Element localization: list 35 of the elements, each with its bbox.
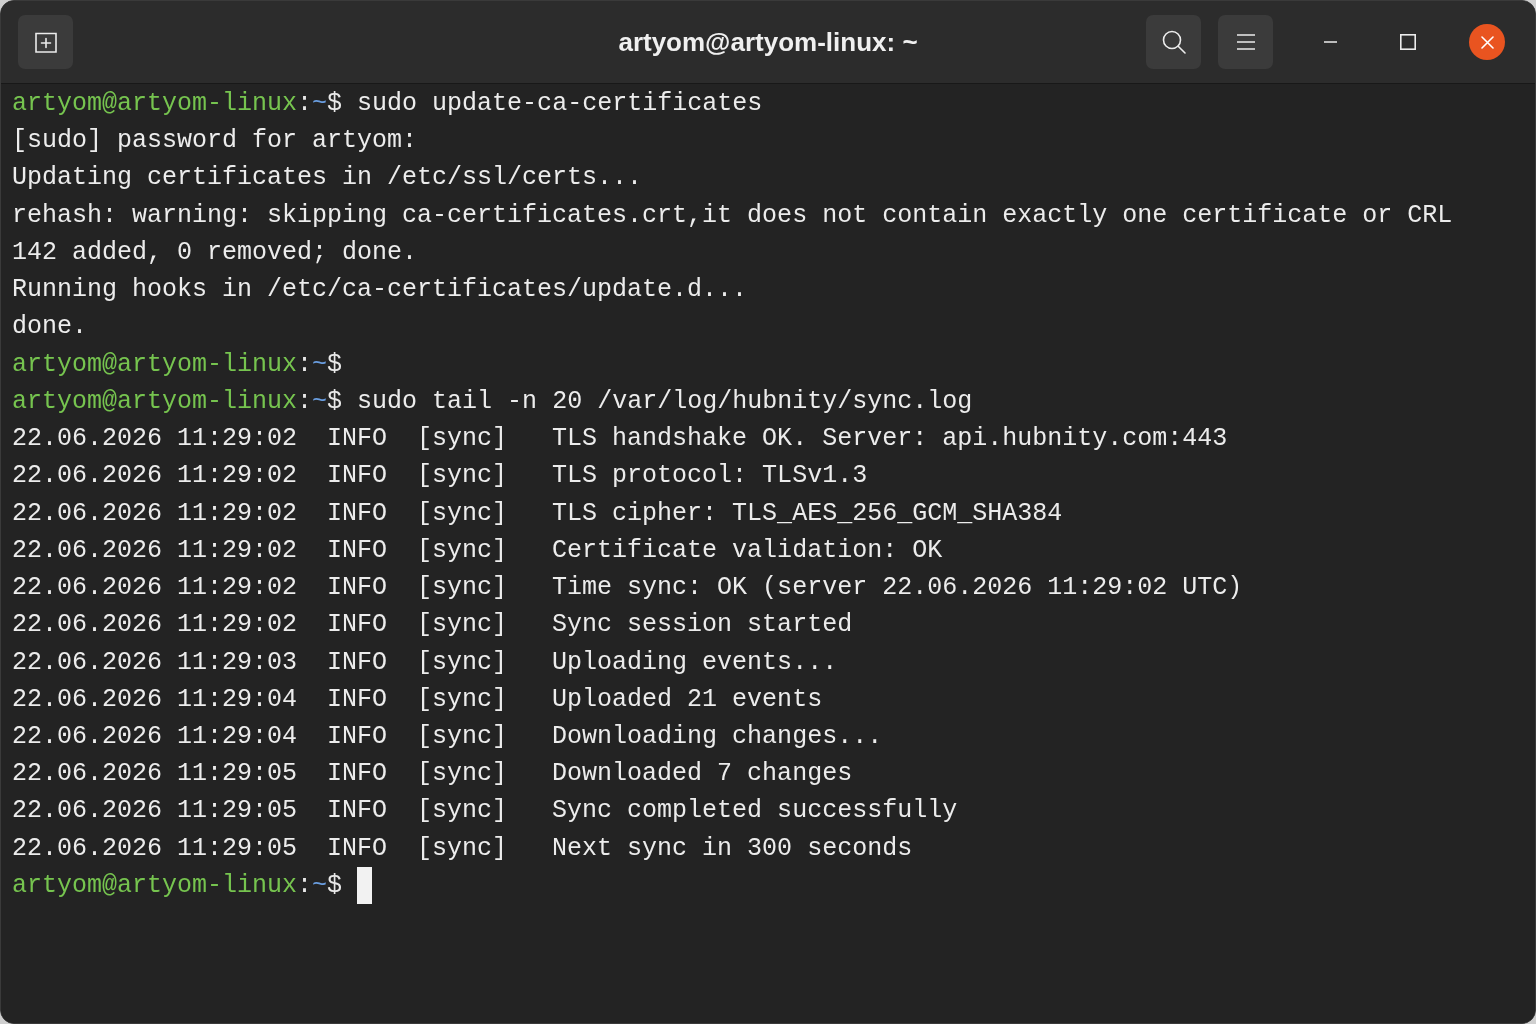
output-line: 22.06.2026 11:29:02 INFO [sync] TLS cipher: TLS_AES_256_GCM_SHA384 xyxy=(12,497,1063,530)
output-line: 22.06.2026 11:29:03 INFO [sync] Uploading events... xyxy=(12,646,838,679)
command-text: sudo update-ca-certificates xyxy=(357,88,763,120)
shell-prompt: artyom@artyom-linux:~$ xyxy=(12,88,343,120)
output-line: 22.06.2026 11:29:05 INFO [sync] Downloaded 7 changes xyxy=(12,758,853,791)
output-line: 142 added, 0 removed; done. xyxy=(12,236,418,269)
window-title: artyom@artyom-linux: ~ xyxy=(618,25,918,59)
output-line: 22.06.2026 11:29:04 INFO [sync] Uploaded 21 events xyxy=(12,683,823,716)
minimize-icon xyxy=(1323,41,1337,43)
output-line: 22.06.2026 11:29:05 INFO [sync] Next sync in 300 seconds xyxy=(12,832,913,865)
output-line: 22.06.2026 11:29:02 INFO [sync] TLS handshake OK. Server: api.hubnity.com:443 xyxy=(12,423,1228,456)
output-line: Updating certificates in /etc/ssl/certs... xyxy=(12,162,643,195)
command-text: sudo tail -n 20 /var/log/hubnity/sync.log xyxy=(357,385,973,418)
output-line: [sudo] password for artyom: xyxy=(12,125,418,158)
menu-button[interactable] xyxy=(1218,15,1273,69)
output-line: Running hooks in /etc/ca-certificates/update.d... xyxy=(12,274,748,307)
output-line: 22.06.2026 11:29:02 INFO [sync] Certificate validation: OK xyxy=(12,534,943,567)
shell-prompt: artyom@artyom-linux:~$ xyxy=(12,385,343,418)
output-line: rehash: warning: skipping ca-certificates.crt,it does not contain exactly one certificate or CRL xyxy=(12,199,1453,232)
close-icon xyxy=(1480,35,1494,49)
shell-prompt: artyom@artyom-linux:~$ xyxy=(12,869,343,902)
output-line: 22.06.2026 11:29:02 INFO [sync] Sync session started xyxy=(12,609,853,642)
new-tab-button[interactable] xyxy=(18,15,73,69)
output-line: 22.06.2026 11:29:05 INFO [sync] Sync completed successfully xyxy=(12,795,958,828)
search-button[interactable] xyxy=(1146,15,1201,69)
square-plus-icon xyxy=(34,31,57,53)
output-line: 22.06.2026 11:29:02 INFO [sync] TLS protocol: TLSv1.3 xyxy=(12,460,868,493)
shell-prompt: artyom@artyom-linux:~$ xyxy=(12,348,343,381)
output-line: 22.06.2026 11:29:04 INFO [sync] Downloading changes... xyxy=(12,721,883,753)
close-button[interactable] xyxy=(1469,24,1505,60)
output-line: done. xyxy=(12,311,87,344)
output-line: 22.06.2026 11:29:02 INFO [sync] Time sync: OK (server 22.06.2026 11:29:02 UTC) xyxy=(12,572,1243,605)
search-icon xyxy=(1161,30,1186,54)
menu-icon xyxy=(1236,34,1255,50)
maximize-icon xyxy=(1400,34,1416,50)
